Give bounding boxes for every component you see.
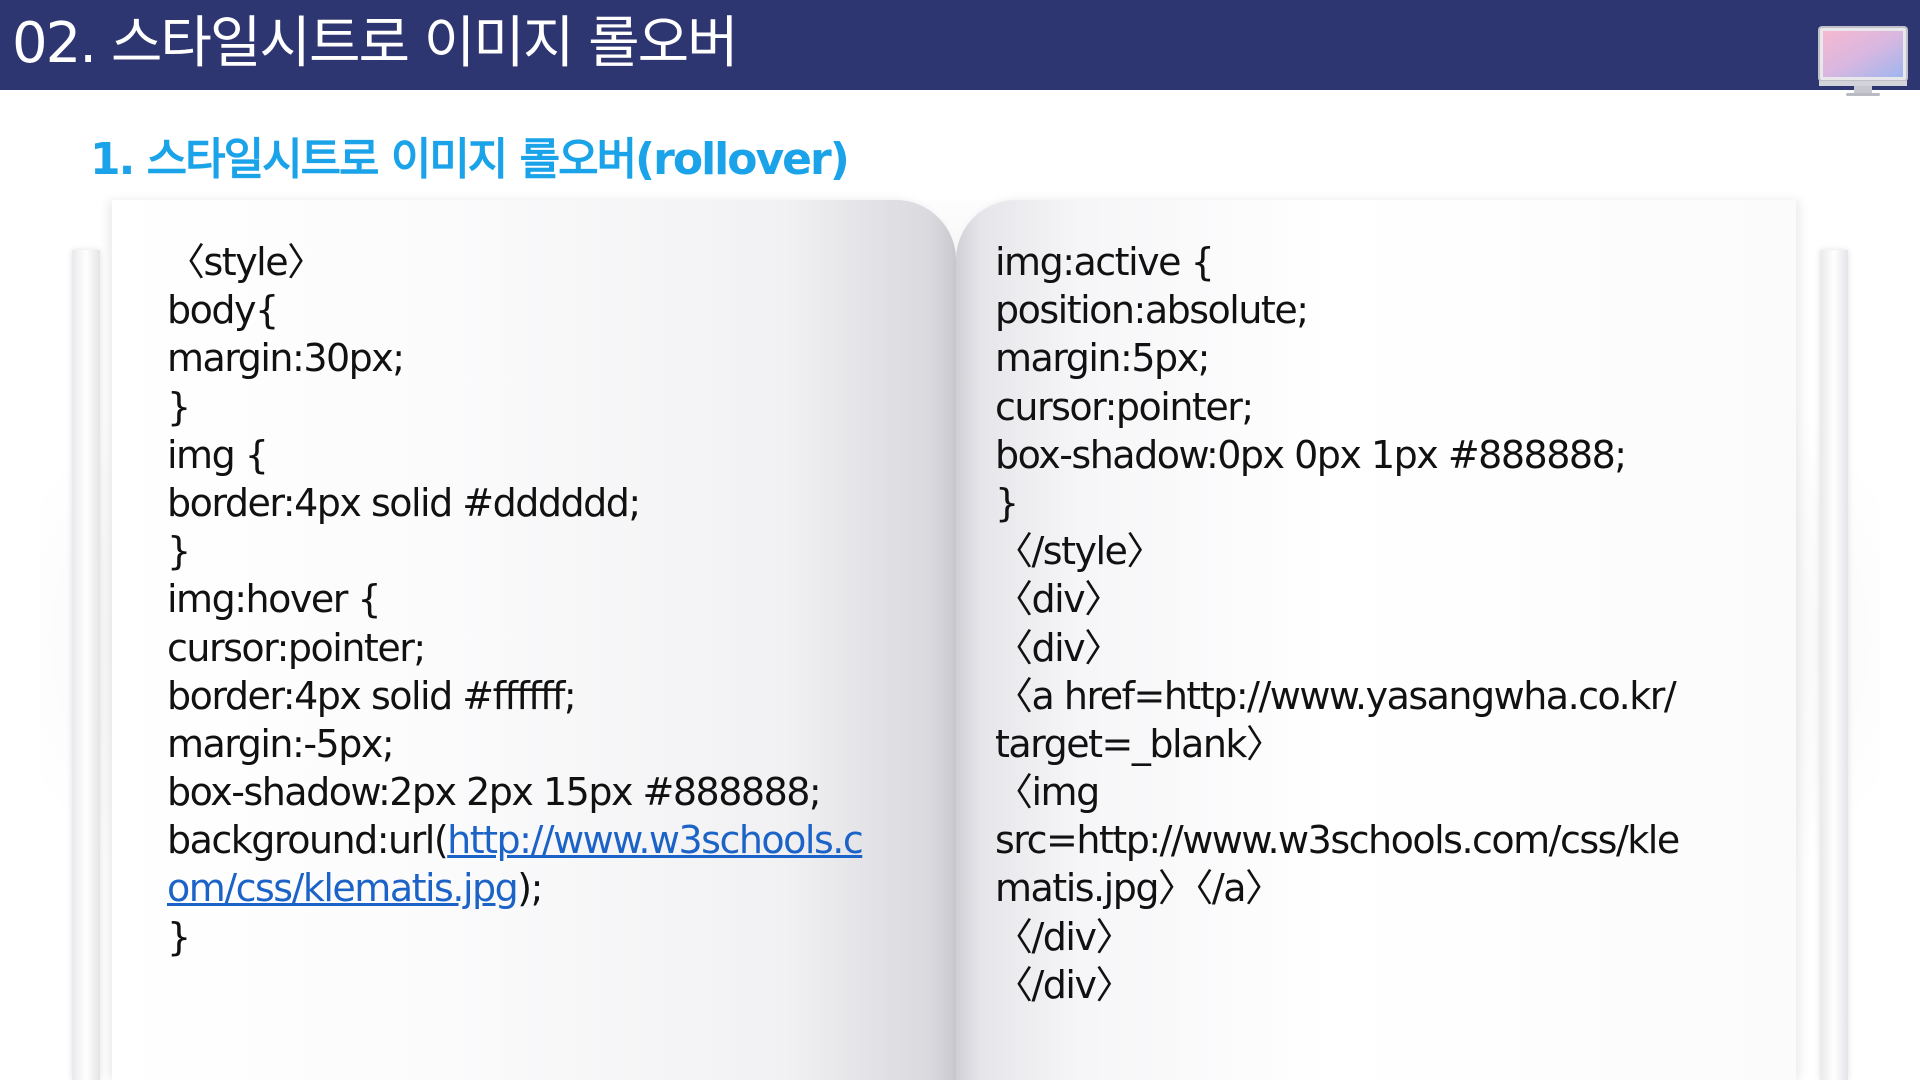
background-suffix: ); [517, 866, 543, 911]
code-line: box-shadow:0px 0px 1px #888888; [995, 432, 1627, 477]
code-line: 〈/div〉 [995, 962, 1133, 1007]
header-bar: 02. 스타일시트로 이미지 롤오버 [0, 0, 1920, 96]
code-line: img:hover { [167, 577, 382, 622]
code-line: img { [167, 432, 269, 477]
code-line: 〈/div〉 [995, 914, 1133, 959]
code-line: matis.jpg〉〈/a〉 [995, 866, 1283, 911]
section-subtitle: 1. 스타일시트로 이미지 롤오버(rollover) [90, 134, 850, 185]
code-line: 〈div〉 [995, 625, 1122, 670]
code-line: 〈style〉 [167, 240, 325, 284]
monitor-icon [1818, 26, 1908, 96]
code-line: margin:5px; [995, 336, 1210, 381]
code-line: img:active { [995, 240, 1215, 284]
code-line: } [995, 480, 1019, 525]
code-line: border:4px solid #dddddd; [167, 480, 641, 525]
code-line: cursor:pointer; [995, 384, 1254, 429]
page-title: 02. 스타일시트로 이미지 롤오버 [12, 11, 739, 76]
klematis-link-continued[interactable]: om/css/klematis.jpg [167, 866, 519, 910]
book-left-page: 〈style〉 body{ margin:30px; } img { borde… [112, 200, 956, 1080]
book-left-edge [72, 250, 100, 1080]
code-line: border:4px solid #ffffff; [167, 673, 577, 718]
code-line: 〈/style〉 [995, 529, 1164, 574]
code-line: src=http://www.w3schools.com/css/kle [995, 818, 1680, 863]
left-code-block: 〈style〉 body{ margin:30px; } img { borde… [167, 238, 864, 961]
klematis-link[interactable]: http://www.w3schools.c [447, 818, 864, 862]
code-line: body{ [167, 288, 279, 333]
code-line: 〈a href=http://www.yasangwha.co.kr/ [995, 673, 1677, 718]
code-line: } [167, 384, 191, 429]
code-line-background-cont: om/css/klematis.jpg); [167, 864, 862, 912]
code-line: cursor:pointer; [167, 625, 426, 670]
right-code-block: img:active { position:absolute; margin:5… [995, 238, 1680, 1009]
code-line: } [167, 914, 191, 959]
code-line: 〈div〉 [995, 577, 1122, 622]
code-line: target=_blank〉 [995, 721, 1284, 766]
code-line: 〈img [995, 770, 1100, 815]
background-prefix: background:url( [167, 818, 449, 863]
code-line: box-shadow:2px 2px 15px #888888; [167, 770, 822, 815]
code-line: margin:30px; [167, 336, 405, 381]
book-right-page: img:active { position:absolute; margin:5… [956, 200, 1796, 1080]
code-line: position:absolute; [995, 288, 1309, 333]
code-line-background: background:url(http://www.w3schools.c [167, 816, 864, 864]
book-right-edge [1820, 250, 1848, 1080]
code-line: } [167, 529, 191, 574]
code-line: margin:-5px; [167, 721, 395, 766]
